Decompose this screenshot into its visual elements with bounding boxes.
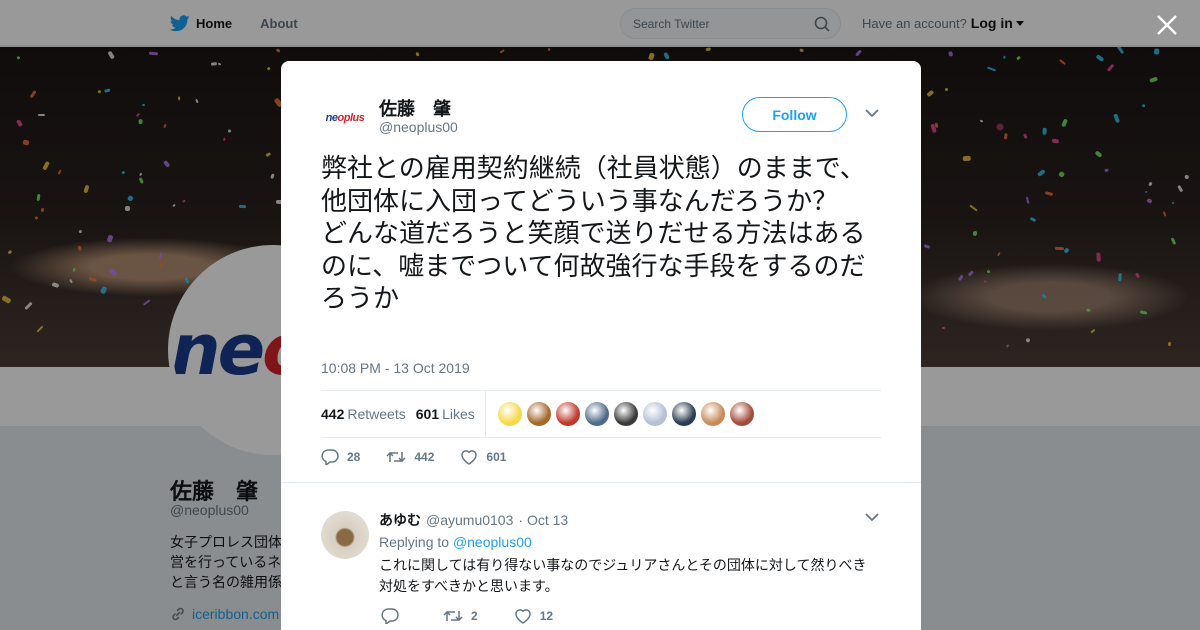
reply-author-avatar[interactable] <box>321 511 369 559</box>
retweets-label: Retweets <box>347 406 406 422</box>
likers-avatars <box>497 402 754 426</box>
replying-to-handle[interactable]: @neoplus00 <box>453 534 532 550</box>
replying-to: Replying to @neoplus00 <box>379 534 532 550</box>
heart-icon <box>461 450 478 465</box>
likes-stat[interactable]: 601 Likes <box>416 406 475 422</box>
tweet-timestamp[interactable]: 10:08 PM - 13 Oct 2019 <box>321 360 470 376</box>
likes-label: Likes <box>442 406 475 422</box>
chevron-down-icon[interactable] <box>865 109 879 118</box>
reply-like-action[interactable]: 12 <box>514 608 553 624</box>
liker-avatar[interactable] <box>555 402 580 426</box>
stats-divider <box>484 391 486 437</box>
reply-header: あゆむ @ayumu0103 · Oct 13 <box>379 510 568 530</box>
tweet-author-name[interactable]: 佐藤 肇 <box>379 95 451 121</box>
liker-avatar[interactable] <box>729 402 754 426</box>
retweets-stat[interactable]: 442 Retweets <box>321 406 406 422</box>
replying-to-label: Replying to <box>379 534 450 550</box>
retweet-count: 442 <box>414 450 435 464</box>
reply-retweet-count: 2 <box>471 609 478 623</box>
like-action[interactable]: 601 <box>460 449 506 465</box>
retweet-action[interactable]: 442 <box>386 450 434 464</box>
liker-avatar[interactable] <box>497 402 522 426</box>
tweet-modal: ne oplus 佐藤 肇 @neoplus00 Follow 弊社との雇用契約継… <box>281 61 921 630</box>
liker-avatar[interactable] <box>526 402 551 426</box>
reply-date[interactable]: · Oct 13 <box>518 512 568 528</box>
retweet-icon <box>386 451 406 463</box>
reply-reply-action[interactable] <box>381 608 407 624</box>
reply-retweet-action[interactable]: 2 <box>443 609 478 623</box>
liker-avatar[interactable] <box>642 402 667 426</box>
reply-text: これに関しては有り得ない事なのでジュリアさんとその団体に対して然りべき対処をすべ… <box>379 558 867 595</box>
tweet-actions: 28 442 601 <box>321 449 506 465</box>
retweet-icon <box>443 610 463 622</box>
reply-count: 28 <box>347 450 361 464</box>
like-count: 601 <box>486 450 507 464</box>
reply-author-handle[interactable]: @ayumu0103 <box>426 512 513 528</box>
reply-action[interactable]: 28 <box>321 449 360 465</box>
tweet-text: 弊社との雇用契約継続（社員状態）のままで、他団体に入団ってどういう事なんだろうか… <box>321 154 866 314</box>
tweet-avatar-logo-1: ne <box>325 112 338 124</box>
reply-icon <box>381 608 399 624</box>
tweet-avatar-logo-2: oplus <box>337 112 365 124</box>
heart-icon <box>514 609 531 624</box>
reply-chevron-down-icon[interactable] <box>865 513 879 522</box>
tweet-author-avatar[interactable]: ne oplus <box>321 94 369 142</box>
likes-count: 601 <box>415 406 440 422</box>
reply-author-name[interactable]: あゆむ <box>379 510 421 530</box>
reply-icon <box>321 449 339 465</box>
tweet-author-handle[interactable]: @neoplus00 <box>379 119 458 135</box>
liker-avatar[interactable] <box>700 402 725 426</box>
liker-avatar[interactable] <box>584 402 609 426</box>
retweets-count: 442 <box>321 406 345 422</box>
tweet-divider <box>281 482 921 483</box>
close-icon[interactable] <box>1154 12 1180 38</box>
reply-actions: 2 12 <box>381 608 553 624</box>
liker-avatar[interactable] <box>671 402 696 426</box>
liker-avatar[interactable] <box>613 402 638 426</box>
tweet-stats: 442 Retweets 601 Likes <box>321 390 881 438</box>
reply-like-count: 12 <box>539 609 554 623</box>
follow-button[interactable]: Follow <box>742 97 847 132</box>
